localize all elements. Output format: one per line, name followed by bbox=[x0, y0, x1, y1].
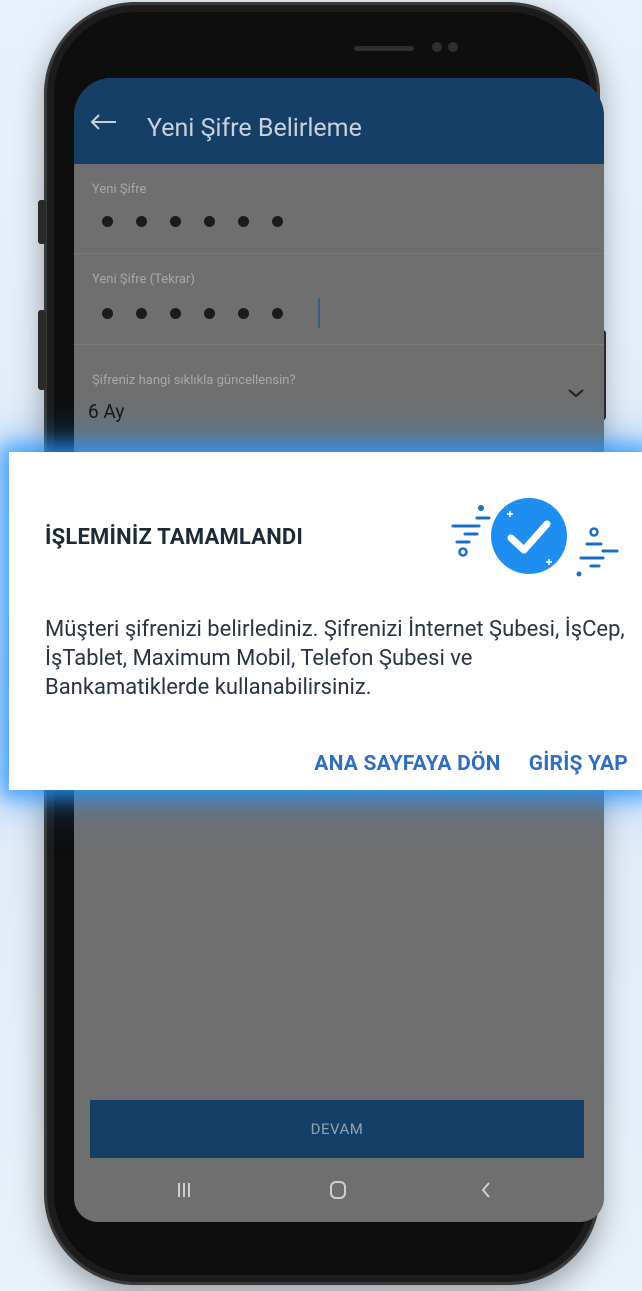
dialog-actions: ANA SAYFAYA DÖN GİRİŞ YAP bbox=[314, 752, 628, 776]
back-arrow-icon[interactable] bbox=[88, 112, 118, 132]
front-camera bbox=[432, 42, 442, 52]
text-cursor bbox=[318, 298, 320, 328]
field-divider bbox=[74, 344, 604, 345]
front-sensor bbox=[448, 42, 458, 52]
phone-volume-button bbox=[38, 310, 46, 390]
login-button[interactable]: GİRİŞ YAP bbox=[529, 752, 628, 776]
phone-side-button bbox=[38, 200, 46, 244]
dialog-message: Müşteri şifrenizi belirlediniz. Şifreniz… bbox=[45, 617, 625, 700]
dialog-title: İŞLEMİNİZ TAMAMLANDI bbox=[45, 525, 304, 550]
new-password-repeat-field[interactable] bbox=[102, 308, 283, 319]
update-frequency-select[interactable]: 6 Ay bbox=[88, 400, 124, 423]
new-password-label: Yeni Şifre bbox=[92, 182, 147, 197]
back-nav-icon[interactable] bbox=[472, 1176, 500, 1204]
chevron-down-icon[interactable] bbox=[566, 386, 586, 400]
system-nav-bar bbox=[74, 1168, 604, 1218]
home-page-button[interactable]: ANA SAYFAYA DÖN bbox=[314, 752, 500, 776]
success-check-icon bbox=[451, 498, 619, 577]
page-title: Yeni Şifre Belirleme bbox=[147, 114, 362, 143]
success-dialog: İŞLEMİNİZ TAMAMLANDI Müşteri şifrenizi b… bbox=[9, 452, 642, 790]
recent-apps-icon[interactable] bbox=[170, 1176, 198, 1204]
phone-speaker bbox=[354, 46, 414, 51]
continue-button[interactable]: DEVAM bbox=[90, 1100, 584, 1158]
app-bar: Yeni Şifre Belirleme bbox=[74, 78, 604, 164]
update-frequency-label: Şifreniz hangi sıklıkla güncellensin? bbox=[92, 373, 296, 388]
new-password-field[interactable] bbox=[102, 216, 283, 227]
field-divider bbox=[74, 253, 604, 254]
home-icon[interactable] bbox=[324, 1176, 352, 1204]
new-password-repeat-label: Yeni Şifre (Tekrar) bbox=[92, 272, 195, 287]
